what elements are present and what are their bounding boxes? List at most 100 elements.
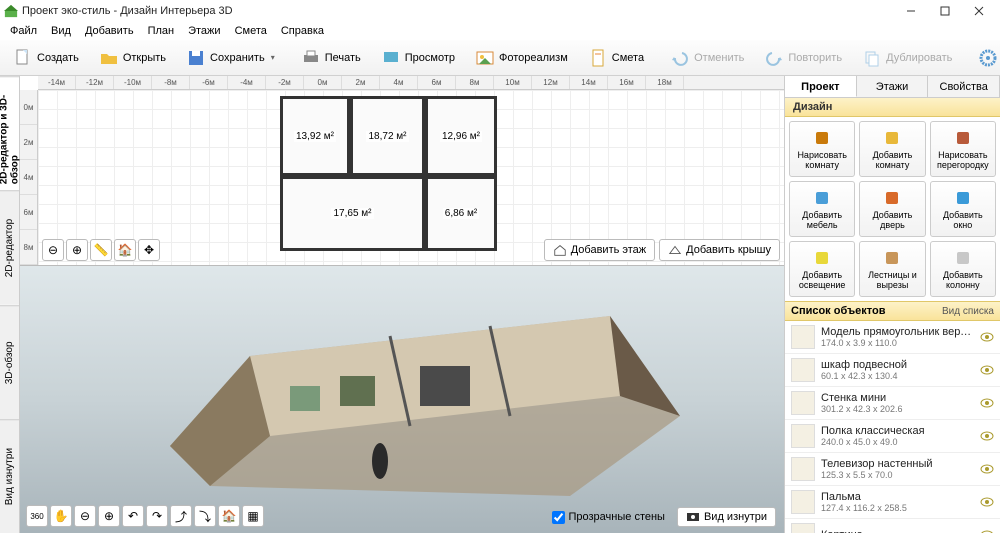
list-item[interactable]: Телевизор настенный125.3 x 5.5 x 70.0 bbox=[785, 453, 1000, 486]
duplicate-button[interactable]: Дублировать bbox=[855, 44, 959, 72]
room[interactable]: 6,86 м² bbox=[425, 176, 497, 251]
rotate-right-icon[interactable]: ↷ bbox=[146, 505, 168, 527]
list-item[interactable]: шкаф подвесной60.1 x 42.3 x 130.4 bbox=[785, 354, 1000, 387]
transparent-walls-checkbox[interactable]: Прозрачные стены bbox=[552, 511, 665, 524]
eye-icon[interactable] bbox=[980, 528, 994, 533]
photoreal-button[interactable]: Фотореализм bbox=[468, 44, 575, 72]
tab-2d-editor[interactable]: 2D-редактор bbox=[0, 190, 19, 304]
obj-view-link[interactable]: Вид списка bbox=[942, 306, 994, 317]
list-item[interactable]: Стенка мини301.2 x 42.3 x 202.6 bbox=[785, 387, 1000, 420]
menubar: Файл Вид Добавить План Этажи Смета Справ… bbox=[0, 22, 1000, 40]
design-btn-2[interactable]: Нарисовать перегородку bbox=[930, 121, 996, 177]
menu-plan[interactable]: План bbox=[142, 24, 181, 38]
menu-budget[interactable]: Смета bbox=[229, 24, 273, 38]
open-button[interactable]: Открыть bbox=[92, 44, 173, 72]
view2d-toolbar: ⊖ ⊕ 📏 🏠 ✥ bbox=[42, 239, 160, 261]
rtab-floors[interactable]: Этажи bbox=[857, 76, 929, 97]
create-button[interactable]: Создать bbox=[6, 44, 86, 72]
tab-2d-3d[interactable]: 2D-редактор и 3D-обзор bbox=[0, 76, 19, 190]
design-btn-3[interactable]: Добавить мебель bbox=[789, 181, 855, 237]
room[interactable]: 13,92 м² bbox=[280, 96, 350, 176]
list-item[interactable]: Полка классическая240.0 x 45.0 x 49.0 bbox=[785, 420, 1000, 453]
thumb bbox=[791, 358, 815, 382]
design-icon bbox=[953, 248, 973, 268]
budget-icon bbox=[588, 48, 608, 68]
design-grid: Нарисовать комнатуДобавить комнатуНарисо… bbox=[785, 117, 1000, 301]
tab-view-inside[interactable]: Вид изнутри bbox=[0, 419, 19, 533]
rotate-up-icon[interactable]: ⤴ bbox=[170, 505, 192, 527]
design-btn-8[interactable]: Добавить колонну bbox=[930, 241, 996, 297]
app-icon bbox=[4, 4, 18, 18]
menu-view[interactable]: Вид bbox=[45, 24, 77, 38]
design-btn-0[interactable]: Нарисовать комнату bbox=[789, 121, 855, 177]
eye-icon[interactable] bbox=[980, 429, 994, 443]
room[interactable]: 18,72 м² bbox=[350, 96, 425, 176]
rotate-360-icon[interactable]: 360 bbox=[26, 505, 48, 527]
design-btn-6[interactable]: Добавить освещение bbox=[789, 241, 855, 297]
design-btn-7[interactable]: Лестницы и вырезы bbox=[859, 241, 925, 297]
duplicate-icon bbox=[862, 48, 882, 68]
eye-icon[interactable] bbox=[980, 330, 994, 344]
preview-button[interactable]: Просмотр bbox=[374, 44, 462, 72]
menu-add[interactable]: Добавить bbox=[79, 24, 140, 38]
close-button[interactable] bbox=[962, 0, 996, 22]
budget-button[interactable]: Смета bbox=[581, 44, 651, 72]
design-btn-4[interactable]: Добавить дверь bbox=[859, 181, 925, 237]
rotate-left-icon[interactable]: ↶ bbox=[122, 505, 144, 527]
right-panel: Проект Этажи Свойства Дизайн Нарисовать … bbox=[784, 76, 1000, 533]
floorplan[interactable]: 13,92 м²18,72 м²12,96 м²17,65 м²6,86 м² bbox=[280, 96, 500, 256]
view-3d[interactable]: 360 ✋ ⊖ ⊕ ↶ ↷ ⤴ ⤵ 🏠 ▦ Прозрачные стены В… bbox=[20, 266, 784, 533]
thumb bbox=[791, 457, 815, 481]
save-button[interactable]: Сохранить▾ bbox=[179, 44, 282, 72]
design-btn-5[interactable]: Добавить окно bbox=[930, 181, 996, 237]
thumb bbox=[791, 424, 815, 448]
eye-icon[interactable] bbox=[980, 396, 994, 410]
room[interactable]: 12,96 м² bbox=[425, 96, 497, 176]
room[interactable]: 17,65 м² bbox=[280, 176, 425, 251]
fit-icon[interactable]: ✥ bbox=[138, 239, 160, 261]
save-icon bbox=[186, 48, 206, 68]
zoom-in-icon[interactable]: ⊕ bbox=[66, 239, 88, 261]
ruler-horizontal: -14м-12м-10м-8м-6м-4м-2м0м2м4м6м8м10м12м… bbox=[38, 76, 784, 90]
thumb bbox=[791, 523, 815, 533]
eye-icon[interactable] bbox=[980, 495, 994, 509]
menu-help[interactable]: Справка bbox=[275, 24, 330, 38]
rtab-project[interactable]: Проект bbox=[785, 76, 857, 97]
view-2d[interactable]: -14м-12м-10м-8м-6м-4м-2м0м2м4м6м8м10м12м… bbox=[20, 76, 784, 266]
design-btn-1[interactable]: Добавить комнату bbox=[859, 121, 925, 177]
maximize-button[interactable] bbox=[928, 0, 962, 22]
menu-file[interactable]: Файл bbox=[4, 24, 43, 38]
thumb bbox=[791, 325, 815, 349]
thumb bbox=[791, 490, 815, 514]
zoom-out-3d-icon[interactable]: ⊖ bbox=[74, 505, 96, 527]
ruler-icon[interactable]: 📏 bbox=[90, 239, 112, 261]
add-floor-button[interactable]: Добавить этаж bbox=[544, 239, 655, 261]
photo-icon bbox=[475, 48, 495, 68]
eye-icon[interactable] bbox=[980, 363, 994, 377]
list-item[interactable]: Модель прямоугольник вертик...174.0 x 3.… bbox=[785, 321, 1000, 354]
zoom-out-icon[interactable]: ⊖ bbox=[42, 239, 64, 261]
settings-button[interactable] bbox=[971, 44, 1000, 72]
menu-floors[interactable]: Этажи bbox=[182, 24, 226, 38]
design-icon bbox=[953, 128, 973, 148]
minimize-button[interactable] bbox=[894, 0, 928, 22]
printer-icon bbox=[301, 48, 321, 68]
rtab-properties[interactable]: Свойства bbox=[928, 76, 1000, 97]
print-button[interactable]: Печать bbox=[294, 44, 368, 72]
tab-3d-view[interactable]: 3D-обзор bbox=[0, 305, 19, 419]
zoom-in-3d-icon[interactable]: ⊕ bbox=[98, 505, 120, 527]
view-inside-button[interactable]: Вид изнутри bbox=[677, 507, 776, 527]
pan-icon[interactable]: ✋ bbox=[50, 505, 72, 527]
redo-button[interactable]: Повторить bbox=[757, 44, 849, 72]
design-icon bbox=[812, 188, 832, 208]
undo-button[interactable]: Отменить bbox=[663, 44, 751, 72]
home-3d-icon[interactable]: 🏠 bbox=[218, 505, 240, 527]
add-roof-button[interactable]: Добавить крышу bbox=[659, 239, 780, 261]
rotate-down-icon[interactable]: ⤵ bbox=[194, 505, 216, 527]
list-item[interactable]: Картина bbox=[785, 519, 1000, 533]
3d-model bbox=[140, 276, 700, 506]
walls-icon[interactable]: ▦ bbox=[242, 505, 264, 527]
home-icon[interactable]: 🏠 bbox=[114, 239, 136, 261]
eye-icon[interactable] bbox=[980, 462, 994, 476]
list-item[interactable]: Пальма127.4 x 116.2 x 258.5 bbox=[785, 486, 1000, 519]
